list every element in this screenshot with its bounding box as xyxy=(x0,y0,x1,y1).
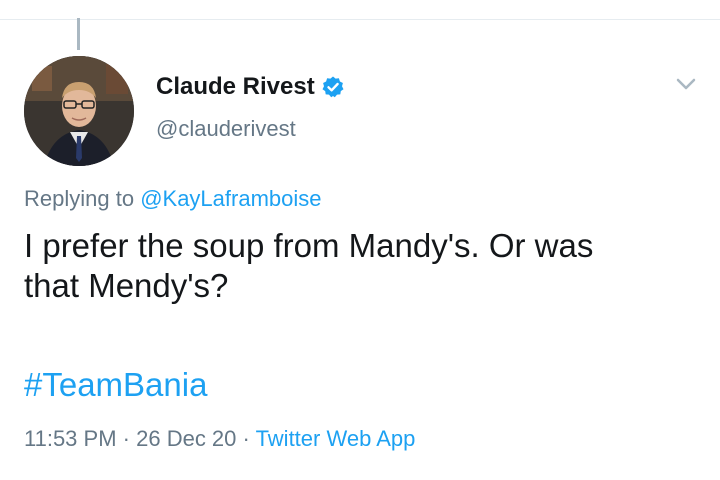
chevron-down-icon[interactable] xyxy=(672,74,700,94)
replying-to-line: Replying to @KayLaframboise xyxy=(24,186,322,212)
top-divider xyxy=(0,19,720,20)
user-handle[interactable]: @clauderivest xyxy=(156,116,345,142)
thread-connector-line xyxy=(77,18,80,50)
tweet-card: Claude Rivest @clauderivest Replying to … xyxy=(0,0,720,480)
tweet-metadata: 11:53 PM · 26 Dec 20 · Twitter Web App xyxy=(24,426,415,452)
tweet-time[interactable]: 11:53 PM xyxy=(24,426,117,451)
tweet-source-link[interactable]: Twitter Web App xyxy=(256,426,416,451)
meta-separator: · xyxy=(236,426,256,451)
author-block: Claude Rivest @clauderivest xyxy=(156,68,345,142)
display-name[interactable]: Claude Rivest xyxy=(156,73,315,101)
verified-badge-icon xyxy=(321,75,345,99)
name-row: Claude Rivest xyxy=(156,68,345,106)
replying-to-mention-link[interactable]: @KayLaframboise xyxy=(140,186,321,211)
hashtag-link[interactable]: #TeamBania xyxy=(24,366,207,404)
avatar[interactable] xyxy=(24,56,134,166)
replying-to-prefix: Replying to xyxy=(24,186,141,211)
meta-separator: · xyxy=(116,426,137,451)
tweet-date[interactable]: 26 Dec 20 xyxy=(136,426,236,451)
tweet-text: I prefer the soup from Mandy's. Or was t… xyxy=(24,227,594,304)
avatar-photo xyxy=(24,56,134,166)
